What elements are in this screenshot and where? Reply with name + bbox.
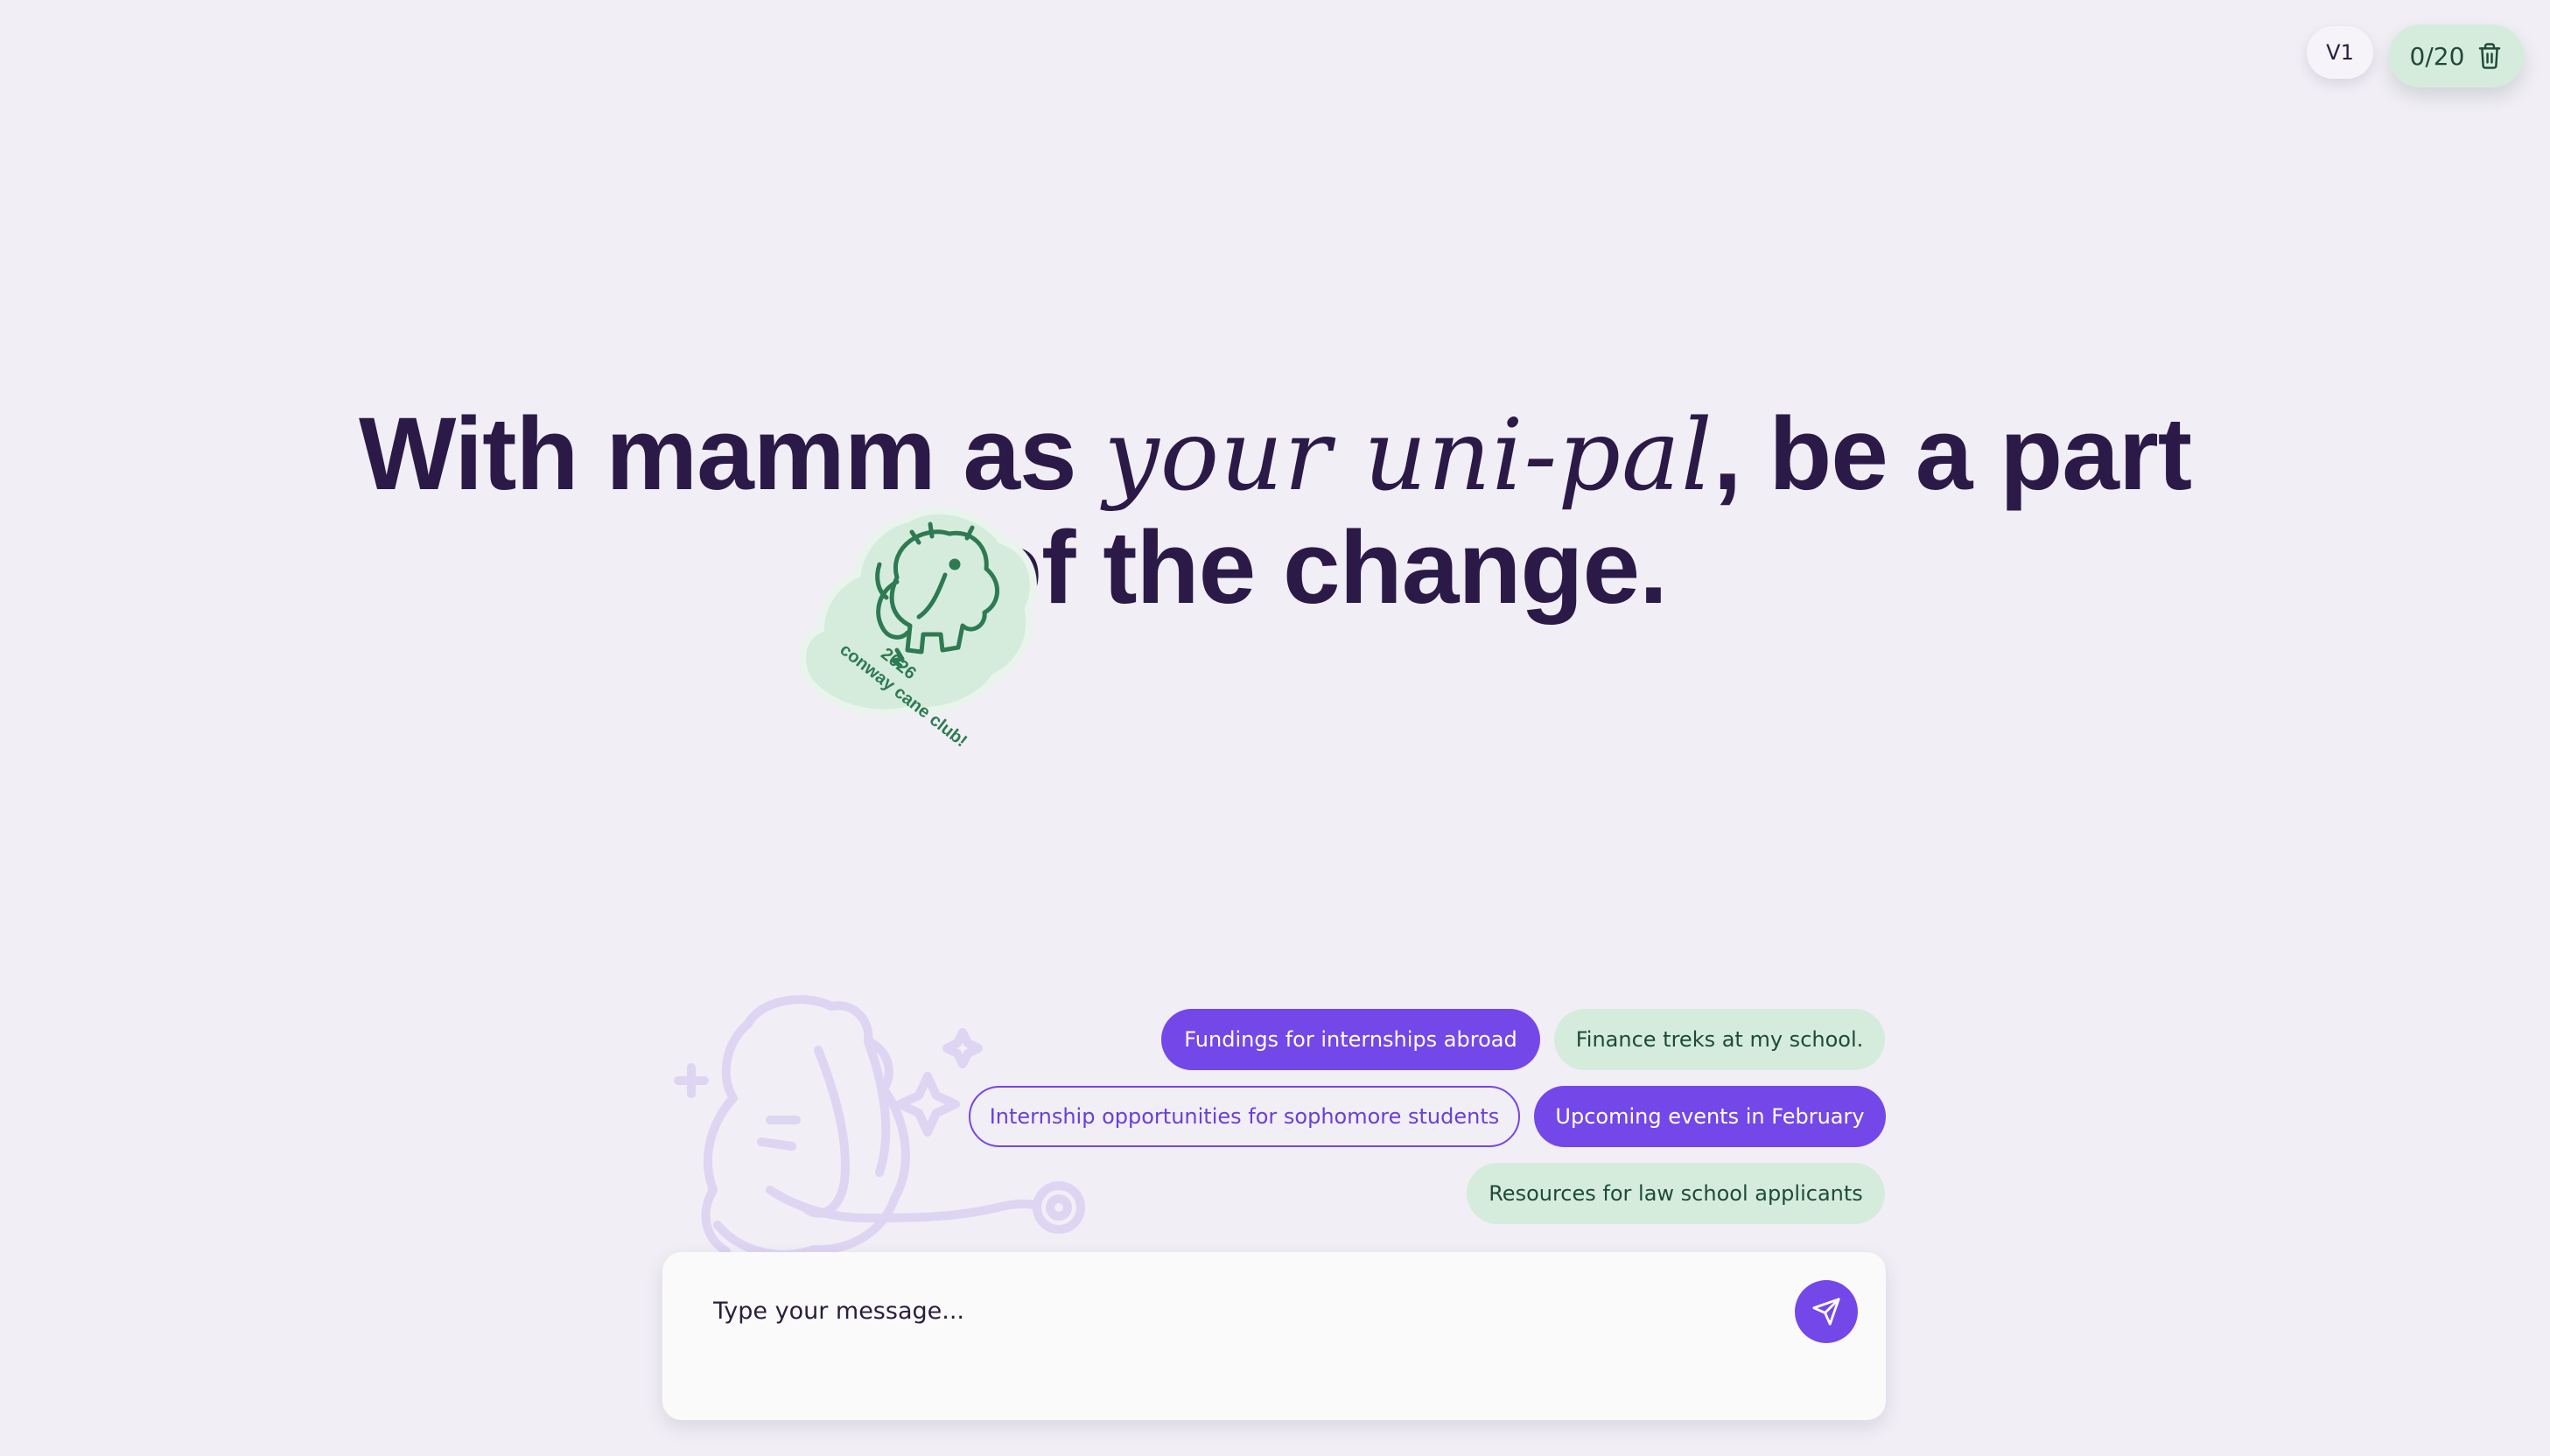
suggestion-chip-law-school[interactable]: Resources for law school applicants (1467, 1163, 1885, 1224)
app-page: V1 0/20 With mamm as your uni-pal, be a … (0, 0, 2550, 1456)
suggestion-label: Finance treks at my school. (1575, 1027, 1864, 1052)
trash-icon (2479, 43, 2501, 69)
hero-headline: With mamm as your uni-pal, be a part of … (0, 398, 2550, 624)
suggestion-label: Upcoming events in February (1555, 1104, 1865, 1129)
suggestion-chip-finance-treks[interactable]: Finance treks at my school. (1554, 1009, 1885, 1070)
suggestion-label: Resources for law school applicants (1489, 1181, 1863, 1206)
suggestion-label: Internship opportunities for sophomore s… (989, 1104, 1500, 1129)
suggestion-chip-upcoming-events[interactable]: Upcoming events in February (1534, 1086, 1886, 1147)
headline-end: , be a part (1713, 396, 2192, 512)
headline-line-2: of the change. (979, 510, 1668, 626)
message-composer (662, 1252, 1886, 1420)
headline-line-1: With mamm as your uni-pal, be a part (0, 398, 2550, 512)
mammoth-sticker: 2026 conway cane club! (798, 507, 1037, 751)
suggestion-label: Fundings for internships abroad (1184, 1027, 1517, 1052)
version-button[interactable]: V1 (2307, 26, 2373, 79)
headline-italic: your uni-pal (1103, 399, 1713, 513)
version-label: V1 (2326, 40, 2354, 65)
send-button[interactable] (1795, 1280, 1858, 1343)
counter-label: 0/20 (2409, 41, 2465, 71)
message-counter-button[interactable]: 0/20 (2389, 24, 2524, 88)
suggestion-chip-fundings[interactable]: Fundings for internships abroad (1161, 1009, 1540, 1070)
send-icon (1812, 1298, 1840, 1326)
message-input[interactable] (711, 1291, 1730, 1331)
suggestion-chip-internships-sophomore[interactable]: Internship opportunities for sophomore s… (969, 1086, 1520, 1147)
